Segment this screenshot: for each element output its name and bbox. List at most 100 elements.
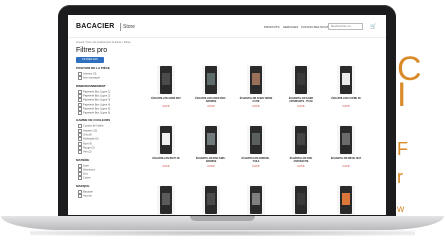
product-image[interactable]	[157, 185, 175, 215]
breadcrumb[interactable]: Accueil / Tous nos produits pour la toit…	[76, 41, 131, 44]
product-image[interactable]	[292, 125, 310, 155]
filter-checkbox-item[interactable]: Vert (2)	[78, 150, 92, 154]
product-card[interactable]: ÉCHANTILLON CUIVRE 3D 0,00 €	[328, 65, 364, 120]
product-image[interactable]	[337, 65, 355, 95]
sample-swatch	[162, 73, 170, 85]
product-card[interactable]	[238, 185, 274, 215]
site-header: BACACIER Store PRODUITS SERVICES CONTACT…	[68, 15, 386, 38]
marketing-line-2: I	[397, 76, 407, 114]
sample-bag	[340, 66, 352, 94]
product-image[interactable]	[202, 65, 220, 95]
sample-swatch	[207, 73, 215, 85]
nav-products[interactable]: PRODUITS	[264, 25, 280, 29]
product-name[interactable]: ÉCHANTILLON ARDOISE - TUILE	[238, 158, 274, 164]
sample-swatch	[207, 193, 215, 205]
filter-checkbox-item[interactable]: Non renseigné	[78, 76, 100, 80]
logo-divider	[120, 23, 121, 31]
product-image[interactable]	[202, 185, 220, 215]
product-card[interactable]	[328, 185, 364, 215]
product-name[interactable]: ÉCHANTILLON ACIER MAT	[148, 98, 184, 101]
product-card[interactable]: ÉCHANTILLON ACIER ANTHRACITE - TUILE 0,00…	[283, 65, 319, 120]
product-image[interactable]	[247, 125, 265, 155]
product-card[interactable]: ÉCHANTILLON METAL MAT 0,00 €	[328, 125, 364, 180]
sample-swatch	[162, 193, 170, 205]
sample-bag	[205, 66, 217, 94]
product-card[interactable]: ÉCHANTILLON ACIER MAT 0,00 €	[148, 65, 184, 120]
marketing-line-4: r	[397, 167, 403, 187]
sample-swatch	[297, 193, 305, 205]
product-image[interactable]	[247, 185, 265, 215]
product-price: 0,00 €	[297, 105, 305, 108]
laptop-notch	[190, 216, 255, 221]
sample-bag	[160, 126, 172, 154]
sample-swatch	[342, 73, 350, 85]
nav-services[interactable]: SERVICES	[283, 25, 298, 29]
sample-bag	[340, 126, 352, 154]
sample-swatch	[252, 133, 260, 145]
product-name[interactable]: ÉCHANTILLON ACIER ANTHRACITE - TUILE	[283, 98, 319, 104]
product-name[interactable]: ÉCHANTILLON BRUT 3D	[148, 158, 184, 161]
site-logo-sub: Store	[123, 24, 135, 30]
product-card[interactable]	[148, 185, 184, 215]
product-name[interactable]: ÉCHANTILLON CUIVRE 3D	[328, 98, 364, 101]
product-image[interactable]	[337, 125, 355, 155]
marketing-line-3: F	[397, 139, 408, 159]
marketing-line-5: w	[397, 204, 406, 212]
sample-swatch	[297, 133, 305, 145]
filter-group-heading[interactable]: GAMME DE COULEURS	[76, 118, 110, 122]
product-card[interactable]: ÉCHANTILLON BRUT 3D 0,00 €	[148, 125, 184, 180]
product-price: 0,00 €	[252, 165, 260, 168]
filter-checkbox-item[interactable]: Cuivre	[78, 176, 91, 180]
sample-swatch	[207, 133, 215, 145]
product-name[interactable]: ÉCHANTILLON ZINC ANTHRACITE	[283, 158, 319, 164]
product-card[interactable]: ÉCHANTILLON ZINC ANTHRACITE 0,00 €	[283, 125, 319, 180]
filter-products-button[interactable]: FILTRER LES PRODUITS	[76, 57, 104, 67]
product-card[interactable]: ÉCHANTILLON ARDOISE - TUILE 0,00 €	[238, 125, 274, 180]
product-image[interactable]	[202, 125, 220, 155]
sample-bag	[160, 186, 172, 214]
product-image[interactable]	[292, 65, 310, 95]
sample-swatch	[342, 133, 350, 145]
filter-checkbox-item[interactable]: Papeterie Box (Ligne 6)	[78, 111, 110, 115]
product-image[interactable]	[292, 185, 310, 215]
product-price: 0,00 €	[162, 105, 170, 108]
product-name[interactable]: ÉCHANTILLON ZINC GRIS - ARDOISE	[193, 158, 229, 164]
product-name[interactable]: ÉCHANTILLON METAL MAT	[328, 158, 364, 161]
laptop-shadow	[30, 230, 415, 236]
page-title: Filtres pro	[76, 47, 108, 54]
filter-group-heading[interactable]: MATIÈRE	[76, 158, 89, 162]
product-price: 0,00 €	[207, 165, 215, 168]
site-logo[interactable]: BACACIER	[76, 23, 115, 30]
sample-swatch	[252, 73, 260, 85]
product-card[interactable]: ÉCHANTILLON ACIER ZINC - ARDOISE 0,00 €	[193, 65, 229, 120]
product-card[interactable]	[283, 185, 319, 215]
nav-contact[interactable]: CONTACTEZ-NOUS	[301, 25, 329, 29]
product-price: 0,00 €	[162, 165, 170, 168]
product-price: 0,00 €	[252, 105, 260, 108]
sample-bag	[340, 186, 352, 214]
sample-bag	[295, 186, 307, 214]
sample-bag	[205, 126, 217, 154]
product-card[interactable]: ÉCHANTILLON ACIER TERRE CUITE 0,00 €	[238, 65, 274, 120]
laptop-screen: BACACIER Store PRODUITS SERVICES CONTACT…	[68, 15, 386, 215]
filter-group-heading[interactable]: DIMENSIONNEMENT	[76, 84, 106, 88]
product-name[interactable]: ÉCHANTILLON ACIER TERRE CUITE	[238, 98, 274, 104]
search-input[interactable]: Rechercher un...	[328, 23, 363, 30]
sample-bag	[250, 66, 262, 94]
product-price: 0,00 €	[342, 105, 350, 108]
sample-swatch	[297, 73, 305, 85]
sample-swatch	[342, 193, 350, 205]
product-card[interactable]: ÉCHANTILLON ZINC GRIS - ARDOISE 0,00 €	[193, 125, 229, 180]
filter-group-heading[interactable]: POSITION DE LA PIÈCE	[76, 66, 110, 70]
product-name[interactable]: ÉCHANTILLON ACIER ZINC - ARDOISE	[193, 98, 229, 104]
cart-icon[interactable]: 🛒	[370, 24, 376, 30]
product-image[interactable]	[247, 65, 265, 95]
filter-group-heading[interactable]: MARQUE	[76, 184, 89, 188]
product-card[interactable]	[193, 185, 229, 215]
filter-checkbox-item[interactable]: Aucune	[78, 194, 92, 198]
product-image[interactable]	[337, 185, 355, 215]
product-image[interactable]	[157, 65, 175, 95]
product-image[interactable]	[157, 125, 175, 155]
product-price: 0,00 €	[207, 105, 215, 108]
sample-swatch	[162, 133, 170, 145]
